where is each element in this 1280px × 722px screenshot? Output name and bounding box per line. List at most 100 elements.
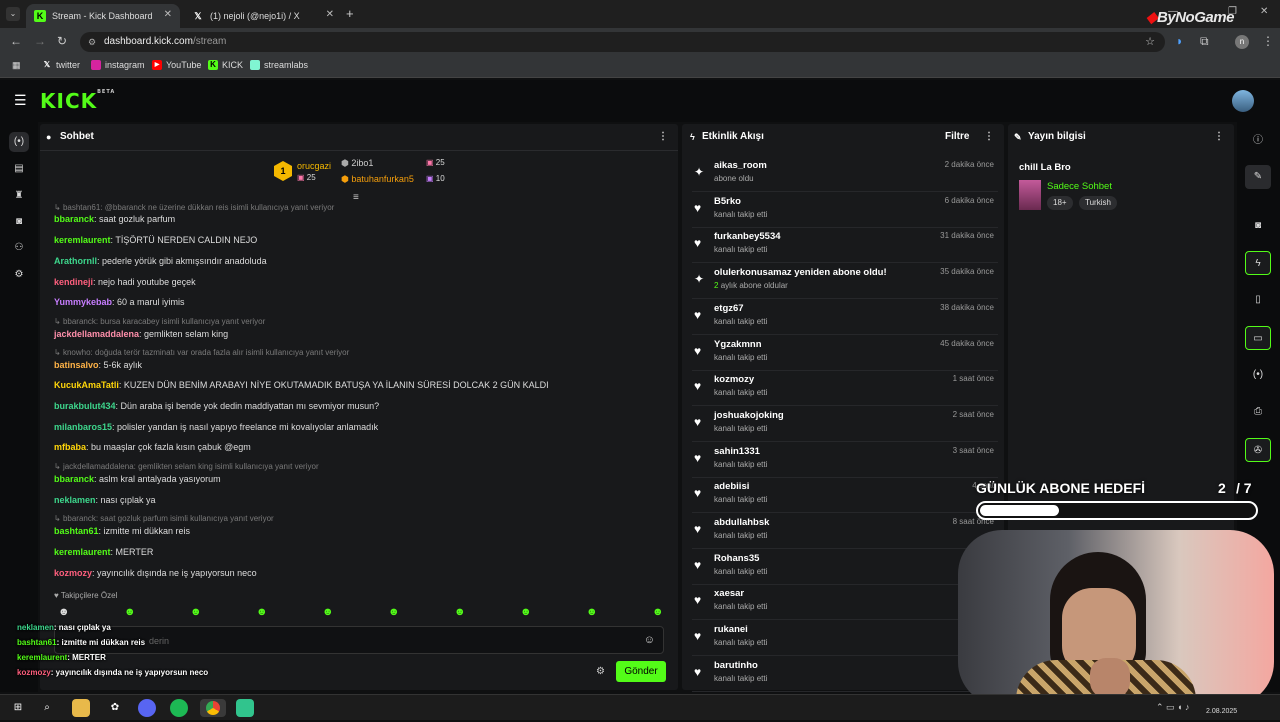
chat-username[interactable]: Yummykebab <box>54 297 112 307</box>
bookmark-twitter[interactable]: 𝕏twitter <box>42 60 80 70</box>
chat-username[interactable]: keremlaurent <box>54 235 111 245</box>
bookmark-instagram[interactable]: instagram <box>91 60 145 70</box>
bookmark-youtube[interactable]: ▶ YouTube <box>152 60 201 70</box>
chat-username[interactable]: kendineji <box>54 277 93 287</box>
camera-icon[interactable]: ◙ <box>1245 214 1271 238</box>
chat-username[interactable]: burakbulut434 <box>54 401 116 411</box>
live-stream-icon[interactable]: (•) <box>9 132 29 152</box>
bookmark-star-icon[interactable]: ☆ <box>1145 32 1155 52</box>
activity-item[interactable]: ♥barutinhokanalı takip etti15 <box>692 657 998 692</box>
activity-item[interactable]: ♥ etgz67 kanalı takip etti 38 dakika önce <box>692 300 998 335</box>
close-window-button[interactable]: ✕ <box>1260 6 1268 17</box>
chat-username[interactable]: kozmozy <box>54 568 92 578</box>
chat-username[interactable]: milanbaros15 <box>54 422 112 432</box>
broadcast-icon[interactable]: (•) <box>1245 363 1271 387</box>
chat-username[interactable]: bashtan61 <box>54 526 99 536</box>
quick-actions-icon[interactable]: ϟ <box>1245 251 1271 275</box>
chrome-icon[interactable] <box>200 699 226 717</box>
activity-options-icon[interactable]: ⋮ <box>984 124 994 150</box>
activity-item[interactable]: ♥ joshuakojoking kanalı takip etti 2 saat ö… <box>692 407 998 442</box>
emote-icon[interactable]: ☻ <box>190 606 202 618</box>
extensions-puzzle-icon[interactable]: ⧉ <box>1200 34 1209 49</box>
chat-settings-icon[interactable]: ⚙ <box>596 666 605 677</box>
activity-item[interactable]: ✦ aikas_room abone oldu 2 dakika önce <box>692 157 998 192</box>
back-arrow-icon[interactable]: ← <box>10 34 22 48</box>
expand-leaderboard-icon[interactable]: ≡ <box>353 192 359 203</box>
reload-icon[interactable]: ↻ <box>57 34 67 48</box>
community-icon[interactable]: ⚇ <box>9 238 29 258</box>
activity-item[interactable]: ♥Rohans35kanalı takip etti8 <box>692 550 998 585</box>
emote-icon[interactable]: ☻ <box>652 606 664 618</box>
send-button[interactable]: Gönder <box>616 661 666 682</box>
stream-info-options-icon[interactable]: ⋮ <box>1214 124 1224 150</box>
close-tab-icon[interactable]: ✕ <box>326 9 334 20</box>
chat-options-icon[interactable]: ⋮ <box>658 124 668 150</box>
chat-input[interactable]: derin ☺ <box>54 626 664 654</box>
browser-menu-icon[interactable]: ⋮ <box>1262 34 1274 48</box>
activity-item[interactable]: ♥ B5rko kanalı takip etti 6 dakika önce <box>692 193 998 228</box>
extension-icon[interactable]: ◗ <box>1176 34 1183 48</box>
spotify-icon[interactable] <box>170 699 188 717</box>
chat-username[interactable]: batinsalvo <box>54 360 99 370</box>
activity-item[interactable]: ♥ sahin1331 kanalı takip etti 3 saat önce <box>692 443 998 478</box>
activity-item[interactable]: ♥ furkanbey5534 kanalı takip etti 31 dakika… <box>692 228 998 264</box>
leader-name[interactable]: ⬢ batuhanfurkan5 <box>341 174 414 185</box>
emote-icon[interactable]: ☻ <box>256 606 268 618</box>
leader-name[interactable]: ⬢ 2ibo1 <box>341 158 373 169</box>
chat-username[interactable]: neklamen <box>54 495 96 505</box>
activity-item[interactable]: ♥ Ygzakmnn kanalı takip etti 45 dakika önce <box>692 336 998 371</box>
new-tab-button[interactable]: + <box>346 6 354 21</box>
emote-icon[interactable]: ☻ <box>58 606 70 618</box>
chat-username[interactable]: KucukAmaTatli <box>54 380 119 390</box>
emote-icon[interactable]: ☻ <box>322 606 334 618</box>
address-bar[interactable]: ⚙ dashboard.kick.com/stream ☆ <box>80 32 1165 52</box>
activity-item[interactable]: ♥xaesarkanalı takip etti11 <box>692 585 998 621</box>
clipboard-icon[interactable]: ▯ <box>1245 288 1271 312</box>
bookmark-streamlabs[interactable]: streamlabs <box>250 60 308 70</box>
emote-icon[interactable]: ☻ <box>124 606 136 618</box>
emote-icon[interactable]: ☻ <box>586 606 598 618</box>
site-info-icon[interactable]: ⚙ <box>88 32 96 52</box>
filter-button[interactable]: Filtre <box>945 124 969 150</box>
tab-kick-dashboard[interactable]: K Stream - Kick Dashboard ✕ <box>26 4 180 28</box>
close-tab-icon[interactable]: ✕ <box>164 9 172 20</box>
chat-username[interactable]: bbaranck <box>54 214 94 224</box>
tab-x-profile[interactable]: 𝕏 (1) nejoli (@nejo1i) / X ✕ <box>184 4 342 28</box>
printer-icon[interactable]: ⎙ <box>1245 400 1271 424</box>
file-explorer-icon[interactable] <box>72 699 90 717</box>
tab-search-icon[interactable]: ⌄ <box>6 7 20 21</box>
forward-arrow-icon[interactable]: → <box>34 34 46 48</box>
activity-item[interactable]: ♥ kozmozy kanalı takip etti 1 saat önce <box>692 371 998 407</box>
chat-username[interactable]: Arathornll <box>54 256 97 266</box>
activity-item[interactable]: ♥rukaneikanalı takip etti15 <box>692 621 998 657</box>
camera-icon[interactable]: ◙ <box>9 212 29 232</box>
activity-item[interactable]: ♥ abdullahbsk kanalı takip etti 8 saat önce <box>692 514 998 549</box>
user-avatar[interactable] <box>1232 90 1254 112</box>
kick-logo[interactable]: KICKBETA <box>40 89 115 113</box>
bookmark-kick[interactable]: K KICK <box>208 60 243 70</box>
chat-username[interactable]: keremlaurent <box>54 547 111 557</box>
tray-icons[interactable]: ⌃ ▭ ◖ ♪ <box>1156 702 1189 713</box>
chat-username[interactable]: jackdellamaddalena <box>54 329 139 339</box>
tools-wrench-icon[interactable]: ✇ <box>1245 438 1271 462</box>
chat-username[interactable]: mfbaba <box>54 442 86 452</box>
hamburger-menu-icon[interactable]: ☰ <box>14 92 27 109</box>
category-link[interactable]: Sadece Sohbet <box>1047 181 1112 192</box>
search-icon[interactable]: ⌕ <box>38 699 56 717</box>
chat-icon[interactable]: ▭ <box>1245 326 1271 350</box>
emoji-picker-icon[interactable]: ☺ <box>644 634 655 646</box>
settings-gear-icon[interactable]: ⚙ <box>9 265 29 285</box>
windows-start-icon[interactable]: ⊞ <box>9 699 27 717</box>
activity-item[interactable]: ✦ olulerkonusamaz yeniden abone oldu! 2 ay… <box>692 264 998 300</box>
activity-item[interactable]: ♥ adebiisi kanalı takip etti 4 saat <box>692 478 998 514</box>
paint-icon[interactable]: ✿ <box>106 699 124 717</box>
dashboard-icon[interactable]: ▤ <box>9 159 29 179</box>
discord-icon[interactable] <box>138 699 156 717</box>
streamlabs-app-icon[interactable] <box>236 699 254 717</box>
category-thumbnail[interactable] <box>1019 180 1041 210</box>
leader-name[interactable]: orucgazi <box>297 161 331 171</box>
edit-pencil-icon[interactable]: ✎ <box>1245 165 1271 189</box>
maximize-button[interactable]: ❐ <box>1228 6 1237 17</box>
info-icon[interactable]: ⓘ <box>1245 129 1271 153</box>
profile-avatar-icon[interactable]: n <box>1235 35 1249 49</box>
